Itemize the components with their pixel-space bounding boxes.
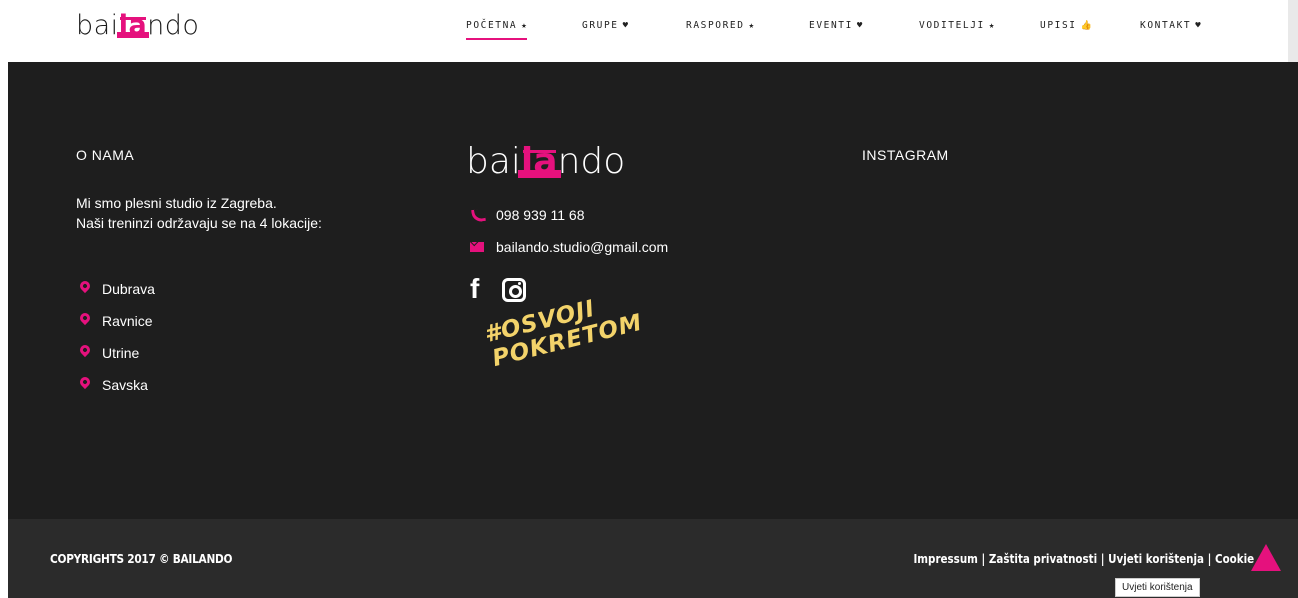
link-privacy[interactable]: Zaštita privatnosti <box>989 552 1097 566</box>
location-name: Dubrava <box>102 281 155 297</box>
phone-number: 098 939 11 68 <box>496 207 585 223</box>
facebook-icon[interactable]: f <box>470 275 479 303</box>
star-icon: ★ <box>988 21 995 31</box>
star-icon: ★ <box>748 21 754 31</box>
nav-item-pocetna[interactable]: POČETNA ★ <box>466 19 527 40</box>
heart-icon: ♥ <box>622 21 629 31</box>
thumbs-up-icon: 👍 <box>1080 21 1092 31</box>
contact-email[interactable]: bailando.studio@gmail.com <box>470 237 668 257</box>
heart-icon: ♥ <box>1195 21 1201 31</box>
logo-text-highlight: la <box>118 10 148 41</box>
star-icon: ★ <box>521 21 527 31</box>
nav-item-eventi[interactable]: EVENTI ♥ <box>809 19 862 33</box>
footer-info-section: O NAMA Mi smo plesni studio iz Zagreba. … <box>8 62 1298 519</box>
bottom-footer: COPYRIGHTS 2017 © BAILANDO Impressum | Z… <box>8 519 1298 598</box>
location-name: Ravnice <box>102 313 153 329</box>
contact-phone[interactable]: 098 939 11 68 <box>470 205 585 225</box>
location-item: Utrine <box>76 342 155 375</box>
link-terms[interactable]: Uvjeti korištenja <box>1108 552 1204 566</box>
nav-item-upisi[interactable]: UPISI 👍 <box>1040 19 1092 33</box>
nav-label: EVENTI <box>809 20 853 31</box>
nav-label: RASPORED <box>686 20 745 31</box>
location-name: Utrine <box>102 345 140 361</box>
link-cookie[interactable]: Cookie <box>1215 552 1254 566</box>
phone-icon <box>470 207 487 224</box>
map-pin-icon <box>77 342 93 358</box>
envelope-icon <box>470 242 484 252</box>
email-address: bailando.studio@gmail.com <box>496 239 669 255</box>
nav-item-voditelji[interactable]: VODITELJI ★ <box>919 19 994 33</box>
nav-item-raspored[interactable]: RASPORED ★ <box>686 19 754 33</box>
instagram-icon[interactable] <box>502 278 526 302</box>
footer-logo: bailando <box>466 140 625 184</box>
about-text: Mi smo plesni studio iz Zagreba. Naši tr… <box>76 193 322 233</box>
location-item: Dubrava <box>76 278 155 311</box>
nav-item-kontakt[interactable]: KONTAKT ♥ <box>1140 19 1201 33</box>
location-item: Savska <box>76 374 155 407</box>
link-separator: | <box>1096 552 1108 566</box>
map-pin-icon <box>77 374 93 390</box>
link-impressum[interactable]: Impressum <box>913 552 977 566</box>
logo-text-start: bai <box>76 10 119 41</box>
nav-label: POČETNA <box>466 20 518 31</box>
copyright-text: COPYRIGHTS 2017 © BAILANDO <box>50 552 233 566</box>
link-separator: | <box>1203 552 1215 566</box>
site-logo[interactable]: bailando <box>76 8 199 44</box>
about-line-2: Naši treninzi održavaju se na 4 lokacije… <box>76 215 322 231</box>
instagram-title: INSTAGRAM <box>862 147 949 163</box>
logo-text-highlight: la <box>520 141 558 182</box>
location-list: Dubrava Ravnice Utrine Savska <box>76 278 155 407</box>
site-header: bailando POČETNA ★ GRUPE ♥ RASPORED ★ EVENT… <box>0 0 1298 62</box>
logo-text-end: ndo <box>557 141 626 182</box>
map-pin-icon <box>77 310 93 326</box>
location-item: Ravnice <box>76 310 155 343</box>
about-title: O NAMA <box>76 147 135 163</box>
map-pin-icon <box>77 278 93 294</box>
nav-label: KONTAKT <box>1140 20 1192 31</box>
about-line-1: Mi smo plesni studio iz Zagreba. <box>76 195 277 211</box>
nav-item-grupe[interactable]: GRUPE ♥ <box>582 19 628 33</box>
footer-links: Impressum | Zaštita privatnosti | Uvjeti… <box>913 552 1254 566</box>
nav-label: GRUPE <box>582 20 619 31</box>
logo-text-end: ndo <box>147 10 200 41</box>
link-tooltip: Uvjeti korištenja <box>1115 578 1200 597</box>
nav-label: UPISI <box>1040 20 1077 31</box>
nav-label: VODITELJI <box>919 20 985 31</box>
location-name: Savska <box>102 377 148 393</box>
link-separator: | <box>977 552 989 566</box>
scroll-to-top-button[interactable] <box>1251 544 1281 571</box>
logo-text-start: bai <box>466 141 521 182</box>
heart-icon: ♥ <box>856 21 863 31</box>
